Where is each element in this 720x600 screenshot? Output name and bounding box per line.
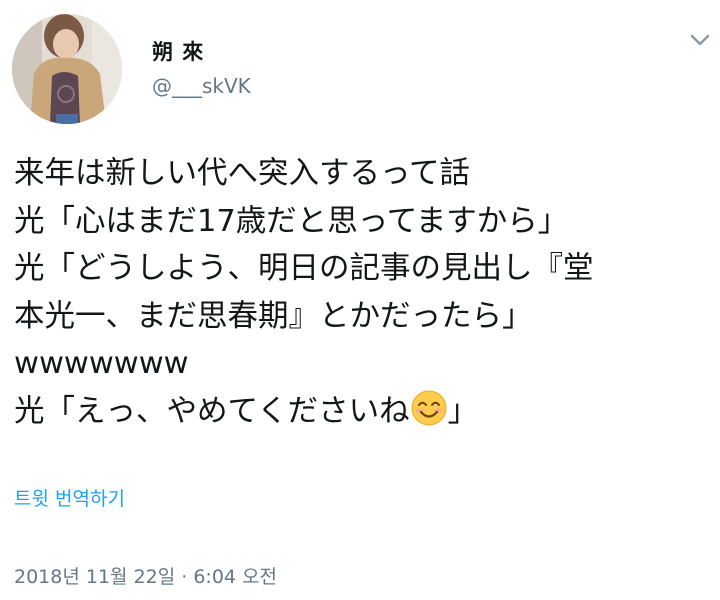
avatar-photo	[12, 14, 122, 124]
tweet-line: 光「どうしよう、明日の記事の見出し『堂	[14, 251, 594, 286]
tweet-line: wwwwwww	[14, 346, 189, 381]
tweet-line: 光「えっ、やめてくださいね 」	[14, 388, 704, 436]
translate-tweet-link[interactable]: 트윗 번역하기	[14, 484, 125, 511]
display-name[interactable]: 朔 來	[152, 36, 204, 66]
tweet-line-text: 」	[447, 393, 479, 429]
tweet-line: 光「心はまだ17歳だと思ってますから」	[14, 203, 569, 239]
smiling-face-emoji-icon	[411, 390, 447, 426]
chevron-down-icon[interactable]	[688, 30, 712, 50]
tweet-card: 朔 來 @___skVK 来年は新しい代へ突入するって話 光「心はまだ17歳だと…	[0, 0, 720, 600]
avatar[interactable]	[12, 14, 122, 124]
user-handle[interactable]: @___skVK	[152, 74, 251, 98]
tweet-line: 来年は新しい代へ突入するって話	[14, 156, 470, 191]
tweet-line-text: 光「えっ、やめてくださいね	[14, 393, 410, 429]
tweet-text: 来年は新しい代へ突入するって話 光「心はまだ17歳だと思ってますから」 光「どう…	[14, 150, 704, 435]
tweet-timestamp[interactable]: 2018년 11월 22일 · 6:04 오전	[14, 562, 277, 589]
tweet-line: 本光一、まだ思春期』とかだったら」	[14, 298, 533, 334]
